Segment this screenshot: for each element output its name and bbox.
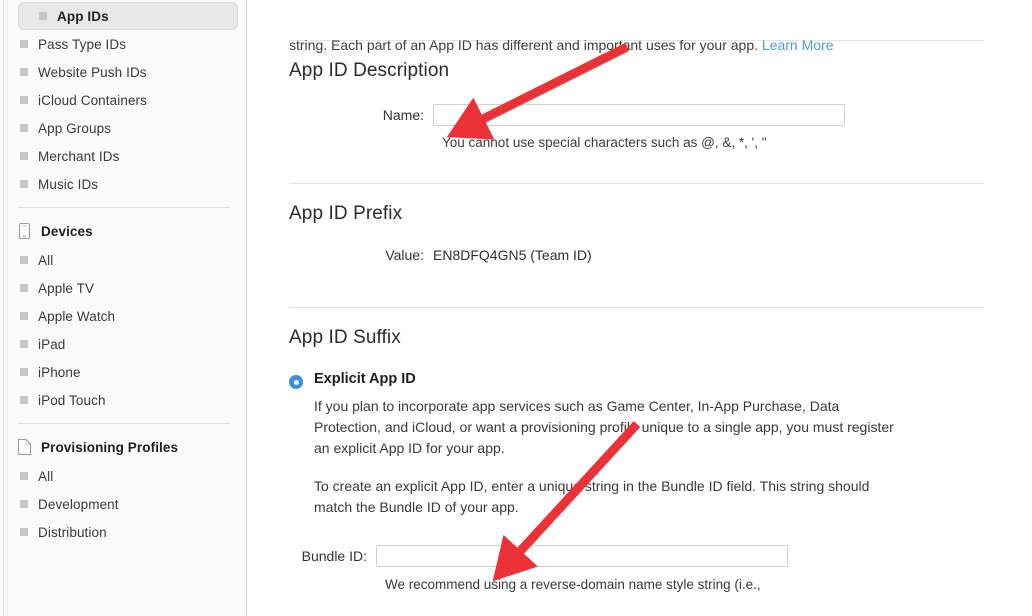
sidebar-item-app-ids[interactable]: App IDs [18,2,238,30]
section-app-id-prefix: App ID Prefix Value: EN8DFQ4GN5 (Team ID… [289,184,984,307]
explicit-app-id-body: Explicit App ID If you plan to incorpora… [302,371,984,595]
sidebar-item-music-ids[interactable]: Music IDs [0,170,246,198]
sidebar-item-iphone[interactable]: iPhone [0,358,246,386]
content-inner: string. Each part of an App ID has diffe… [247,37,1032,595]
sidebar-item-ipod-touch[interactable]: iPod Touch [0,386,246,414]
intro-paragraph-clipped: string. Each part of an App ID has diffe… [289,35,984,55]
bullet-square-icon [20,256,28,264]
explicit-app-id-label: Explicit App ID [314,371,416,387]
sidebar-item-label: Apple TV [38,280,95,296]
prefix-value-row: Value: EN8DFQ4GN5 (Team ID) [289,247,984,263]
bundle-id-field-row: Bundle ID: [247,545,984,567]
bullet-square-icon [20,340,28,348]
sidebar: App IDs Pass Type IDs Website Push IDs i… [0,0,247,616]
sidebar-item-distribution[interactable]: Distribution [0,518,246,546]
sidebar-item-pass-type-ids[interactable]: Pass Type IDs [0,30,246,58]
section-app-id-suffix: App ID Suffix Explicit App ID If you pla… [289,308,984,595]
sidebar-item-label: iPhone [38,364,81,380]
bullet-square-icon [20,152,28,160]
bullet-square-icon [20,368,28,376]
sidebar-item-website-push-ids[interactable]: Website Push IDs [0,58,246,86]
prefix-value: EN8DFQ4GN5 (Team ID) [433,247,592,263]
sidebar-group-provisioning-profiles[interactable]: Provisioning Profiles [0,432,246,462]
bullet-square-icon [20,472,28,480]
explicit-app-id-option[interactable]: Explicit App ID If you plan to incorpora… [289,371,984,595]
bundle-id-input[interactable] [376,545,788,567]
sidebar-divider [18,207,230,208]
bundle-id-hint: We recommend using a reverse-domain name… [385,577,761,592]
sidebar-item-label: iPad [38,336,66,352]
sidebar-item-label: App Groups [38,120,112,136]
sidebar-item-profiles-all[interactable]: All [0,462,246,490]
bullet-square-icon [20,312,28,320]
sidebar-item-label: All [38,468,54,484]
bullet-square-icon [20,96,28,104]
section-app-id-description: App ID Description Name: You cannot use … [289,41,984,183]
sidebar-item-development[interactable]: Development [0,490,246,518]
sidebar-profiles-list: All Development Distribution [0,462,246,546]
bundle-id-label: Bundle ID: [301,548,367,564]
name-field-row: Name: [289,104,984,126]
sidebar-item-label: Development [38,496,119,512]
app-root: App IDs Pass Type IDs Website Push IDs i… [0,0,1032,616]
explicit-paragraph-1: If you plan to incorporate app services … [314,398,894,456]
bullet-square-icon [20,68,28,76]
bullet-square-icon [20,528,28,536]
sidebar-item-label: Apple Watch [38,308,116,324]
sidebar-item-label: App IDs [57,8,109,24]
sidebar-item-label: iPod Touch [38,392,106,408]
sidebar-group-label: Provisioning Profiles [41,439,179,455]
sidebar-identifier-list: App IDs Pass Type IDs Website Push IDs i… [0,0,246,198]
sidebar-item-devices-all[interactable]: All [0,246,246,274]
sidebar-item-label: iCloud Containers [38,92,148,108]
bullet-square-icon [20,396,28,404]
sidebar-item-label: Merchant IDs [38,148,120,164]
bullet-square-icon [20,284,28,292]
device-phone-icon [16,222,32,240]
sidebar-item-apple-watch[interactable]: Apple Watch [0,302,246,330]
section-title: App ID Prefix [289,203,403,224]
sidebar-item-label: All [38,252,54,268]
sidebar-item-label: Website Push IDs [38,64,147,80]
bullet-square-icon [20,180,28,188]
sidebar-item-label: Pass Type IDs [38,36,127,52]
name-field-hint: You cannot use special characters such a… [442,135,767,150]
sidebar-item-label: Distribution [38,524,107,540]
document-page-icon [16,438,32,456]
sidebar-item-app-groups[interactable]: App Groups [0,114,246,142]
bullet-square-icon [20,500,28,508]
intro-text: string. Each part of an App ID has diffe… [289,37,759,53]
name-field-label: Name: [382,107,424,123]
learn-more-link[interactable]: Learn More [762,37,834,53]
sidebar-item-merchant-ids[interactable]: Merchant IDs [0,142,246,170]
radio-selected-icon[interactable] [289,375,303,389]
sidebar-devices-list: All Apple TV Apple Watch iPad iPhone iPo… [0,246,246,414]
prefix-value-label: Value: [385,247,424,263]
name-input[interactable] [433,104,845,126]
explicit-paragraph-2: To create an explicit App ID, enter a un… [314,478,870,515]
sidebar-item-label: Music IDs [38,176,99,192]
bullet-square-icon [20,40,28,48]
sidebar-item-apple-tv[interactable]: Apple TV [0,274,246,302]
bullet-square-icon [20,124,28,132]
section-title: App ID Suffix [289,327,401,348]
main-content: string. Each part of an App ID has diffe… [247,0,1032,616]
sidebar-group-label: Devices [41,223,93,239]
sidebar-item-ipad[interactable]: iPad [0,330,246,358]
bullet-square-icon [39,12,47,20]
sidebar-item-icloud-containers[interactable]: iCloud Containers [0,86,246,114]
section-title: App ID Description [289,60,450,81]
sidebar-divider [18,423,230,424]
sidebar-group-devices[interactable]: Devices [0,216,246,246]
